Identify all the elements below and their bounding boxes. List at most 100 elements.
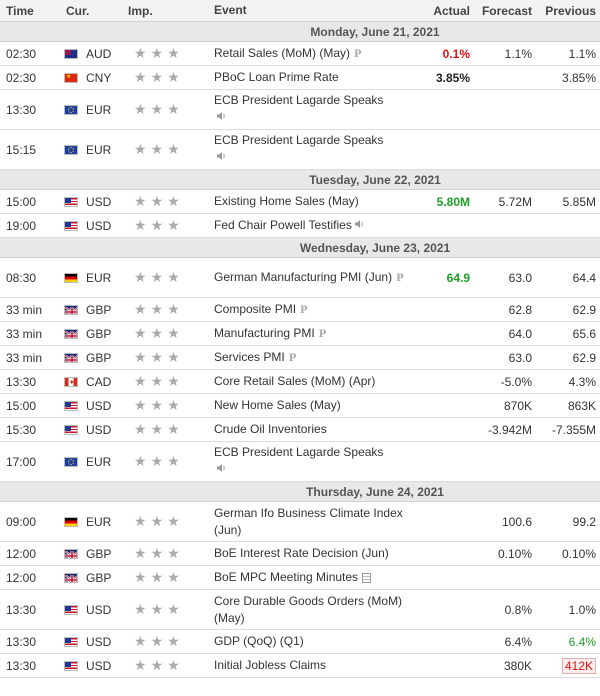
header-forecast[interactable]: Forecast bbox=[470, 4, 532, 18]
currency-cell: GBP bbox=[58, 571, 118, 585]
event-name[interactable]: BoE MPC Meeting Minutes bbox=[214, 570, 358, 584]
event-cell[interactable]: BoE Interest Rate Decision (Jun) bbox=[212, 545, 406, 562]
event-cell[interactable]: Crude Oil Inventories bbox=[212, 421, 406, 438]
event-cell[interactable]: BoE MPC Meeting Minutes bbox=[212, 569, 406, 586]
event-name[interactable]: ECB President Lagarde Speaks bbox=[214, 445, 383, 459]
event-name[interactable]: ECB President Lagarde Speaks bbox=[214, 133, 383, 147]
star-icon: ★ bbox=[167, 69, 180, 85]
table-row[interactable]: 33 min GBP ★ ★ ★ Manufacturing PMI P 64.0 65.6 bbox=[0, 322, 600, 346]
event-cell[interactable]: Manufacturing PMI P bbox=[212, 325, 406, 343]
star-icon: ★ bbox=[150, 545, 164, 561]
table-row[interactable]: 15:30 USD ★ ★ ★ Crude Oil Inventories -3.942M -… bbox=[0, 418, 600, 442]
star-icon: ★ bbox=[134, 601, 147, 617]
currency-code: GBP bbox=[86, 350, 112, 365]
event-cell[interactable]: GDP (QoQ) (Q1) bbox=[212, 633, 406, 650]
event-cell[interactable]: Services PMI P bbox=[212, 349, 406, 367]
table-row[interactable]: 17:00 EUR ★ ★ ★ ECB President Lagarde Speaks bbox=[0, 442, 600, 482]
event-cell[interactable]: Composite PMI P bbox=[212, 301, 406, 319]
event-name[interactable]: Manufacturing PMI bbox=[214, 326, 315, 340]
event-name[interactable]: Services PMI bbox=[214, 350, 285, 364]
event-name[interactable]: PBoC Loan Prime Rate bbox=[214, 70, 339, 84]
table-row[interactable]: 02:30 AUD ★ ★ ★ Retail Sales (MoM) (May) P 0.1%… bbox=[0, 42, 600, 66]
currency-code: USD bbox=[86, 602, 112, 617]
event-cell[interactable]: ECB President Lagarde Speaks bbox=[212, 132, 406, 167]
table-row[interactable]: 15:15 EUR ★ ★ ★ ECB President Lagarde Speaks bbox=[0, 130, 600, 170]
event-name[interactable]: Core Retail Sales (MoM) (Apr) bbox=[214, 374, 375, 388]
speaker-icon[interactable] bbox=[216, 110, 227, 127]
forecast-cell: 870K bbox=[503, 398, 532, 413]
star-icon: ★ bbox=[134, 69, 147, 85]
table-row[interactable]: 02:30 ★ CNY ★ ★ ★ PBoC Loan Prime Rate 3.85% 3.8… bbox=[0, 66, 600, 90]
event-cell[interactable]: New Home Sales (May) bbox=[212, 397, 406, 414]
importance-stars: ★ ★ ★ bbox=[118, 373, 212, 390]
star-icon: ★ bbox=[150, 397, 164, 413]
header-actual[interactable]: Actual bbox=[406, 4, 470, 18]
event-name[interactable]: Composite PMI bbox=[214, 302, 296, 316]
forecast-cell: 64.0 bbox=[508, 326, 532, 341]
event-cell[interactable]: Fed Chair Powell Testifies bbox=[212, 217, 406, 235]
event-name[interactable]: German Manufacturing PMI (Jun) bbox=[214, 270, 392, 284]
event-cell[interactable]: ECB President Lagarde Speaks bbox=[212, 92, 406, 127]
currency-cell: ♦ CAD bbox=[58, 375, 118, 389]
event-name[interactable]: German Ifo Business Climate Index (Jun) bbox=[214, 506, 403, 537]
event-cell[interactable]: PBoC Loan Prime Rate bbox=[212, 69, 406, 86]
table-row[interactable]: 13:30 USD ★ ★ ★ GDP (QoQ) (Q1) 6.4% 6.4% bbox=[0, 630, 600, 654]
event-cell[interactable]: German Manufacturing PMI (Jun) P bbox=[212, 269, 406, 287]
header-currency[interactable]: Cur. bbox=[58, 4, 118, 18]
time-cell: 13:30 bbox=[6, 602, 37, 617]
table-row[interactable]: 15:00 USD ★ ★ ★ Existing Home Sales (May) 5.80… bbox=[0, 190, 600, 214]
table-row[interactable]: 08:30 EUR ★ ★ ★ German Manufacturing PMI (Jun… bbox=[0, 258, 600, 298]
currency-code: USD bbox=[86, 218, 112, 233]
speaker-icon[interactable] bbox=[354, 218, 365, 235]
document-icon[interactable] bbox=[362, 572, 372, 583]
table-row[interactable]: 13:30 USD ★ ★ ★ Initial Jobless Claims 380K 412… bbox=[0, 654, 600, 678]
event-name[interactable]: ECB President Lagarde Speaks bbox=[214, 93, 383, 107]
star-icon: ★ bbox=[167, 349, 180, 365]
table-row[interactable]: 15:00 USD ★ ★ ★ New Home Sales (May) 870K 863K bbox=[0, 394, 600, 418]
table-row[interactable]: 12:00 GBP ★ ★ ★ BoE MPC Meeting Minutes bbox=[0, 566, 600, 590]
table-row[interactable]: 13:30 USD ★ ★ ★ Core Durable Goods Orders (Mo… bbox=[0, 590, 600, 630]
header-previous[interactable]: Previous bbox=[532, 4, 600, 18]
event-name[interactable]: Existing Home Sales (May) bbox=[214, 194, 359, 208]
event-name[interactable]: GDP (QoQ) (Q1) bbox=[214, 634, 304, 648]
header-importance[interactable]: Imp. bbox=[118, 4, 212, 18]
currency-cell: ★ CNY bbox=[58, 71, 118, 85]
event-name[interactable]: Retail Sales (MoM) (May) bbox=[214, 46, 350, 60]
event-cell[interactable]: Core Retail Sales (MoM) (Apr) bbox=[212, 373, 406, 390]
event-cell[interactable]: German Ifo Business Climate Index (Jun) bbox=[212, 505, 406, 539]
star-icon: ★ bbox=[134, 421, 147, 437]
event-name[interactable]: Crude Oil Inventories bbox=[214, 422, 327, 436]
star-icon: ★ bbox=[150, 453, 164, 469]
currency-cell: GBP bbox=[58, 327, 118, 341]
event-cell[interactable]: Initial Jobless Claims bbox=[212, 657, 406, 674]
table-row[interactable]: 33 min GBP ★ ★ ★ Services PMI P 63.0 62.9 bbox=[0, 346, 600, 370]
event-cell[interactable]: Retail Sales (MoM) (May) P bbox=[212, 45, 406, 63]
event-cell[interactable]: Existing Home Sales (May) bbox=[212, 193, 406, 210]
header-time[interactable]: Time bbox=[0, 4, 58, 18]
importance-stars: ★ ★ ★ bbox=[118, 69, 212, 86]
event-name[interactable]: Core Durable Goods Orders (MoM) (May) bbox=[214, 594, 402, 625]
event-name[interactable]: New Home Sales (May) bbox=[214, 398, 341, 412]
event-name[interactable]: Fed Chair Powell Testifies bbox=[214, 218, 352, 232]
speaker-icon[interactable] bbox=[216, 150, 227, 167]
event-cell[interactable]: ECB President Lagarde Speaks bbox=[212, 444, 406, 479]
table-row[interactable]: 33 min GBP ★ ★ ★ Composite PMI P 62.8 62.9 bbox=[0, 298, 600, 322]
time-cell: 13:30 bbox=[6, 634, 37, 649]
table-row[interactable]: 13:30 ♦ CAD ★ ★ ★ Core Retail Sales (MoM) (Apr… bbox=[0, 370, 600, 394]
table-row[interactable]: 13:30 EUR ★ ★ ★ ECB President Lagarde Speaks bbox=[0, 90, 600, 130]
previous-value: 64.4 bbox=[572, 270, 596, 285]
flag-gb-icon bbox=[64, 548, 78, 559]
flag-ca-icon: ♦ bbox=[64, 376, 78, 387]
event-cell[interactable]: Core Durable Goods Orders (MoM) (May) bbox=[212, 593, 406, 627]
flag-de-icon bbox=[64, 272, 78, 283]
event-name[interactable]: Initial Jobless Claims bbox=[214, 658, 326, 672]
currency-cell: EUR bbox=[58, 143, 118, 157]
header-event[interactable]: Event bbox=[212, 2, 406, 19]
star-icon: ★ bbox=[167, 657, 180, 673]
table-row[interactable]: 19:00 USD ★ ★ ★ Fed Chair Powell Testifies bbox=[0, 214, 600, 238]
event-name[interactable]: BoE Interest Rate Decision (Jun) bbox=[214, 546, 389, 560]
table-row[interactable]: 09:00 EUR ★ ★ ★ German Ifo Business Climate I… bbox=[0, 502, 600, 542]
table-row[interactable]: 12:00 GBP ★ ★ ★ BoE Interest Rate Decision (J… bbox=[0, 542, 600, 566]
star-icon: ★ bbox=[167, 301, 180, 317]
speaker-icon[interactable] bbox=[216, 462, 227, 479]
